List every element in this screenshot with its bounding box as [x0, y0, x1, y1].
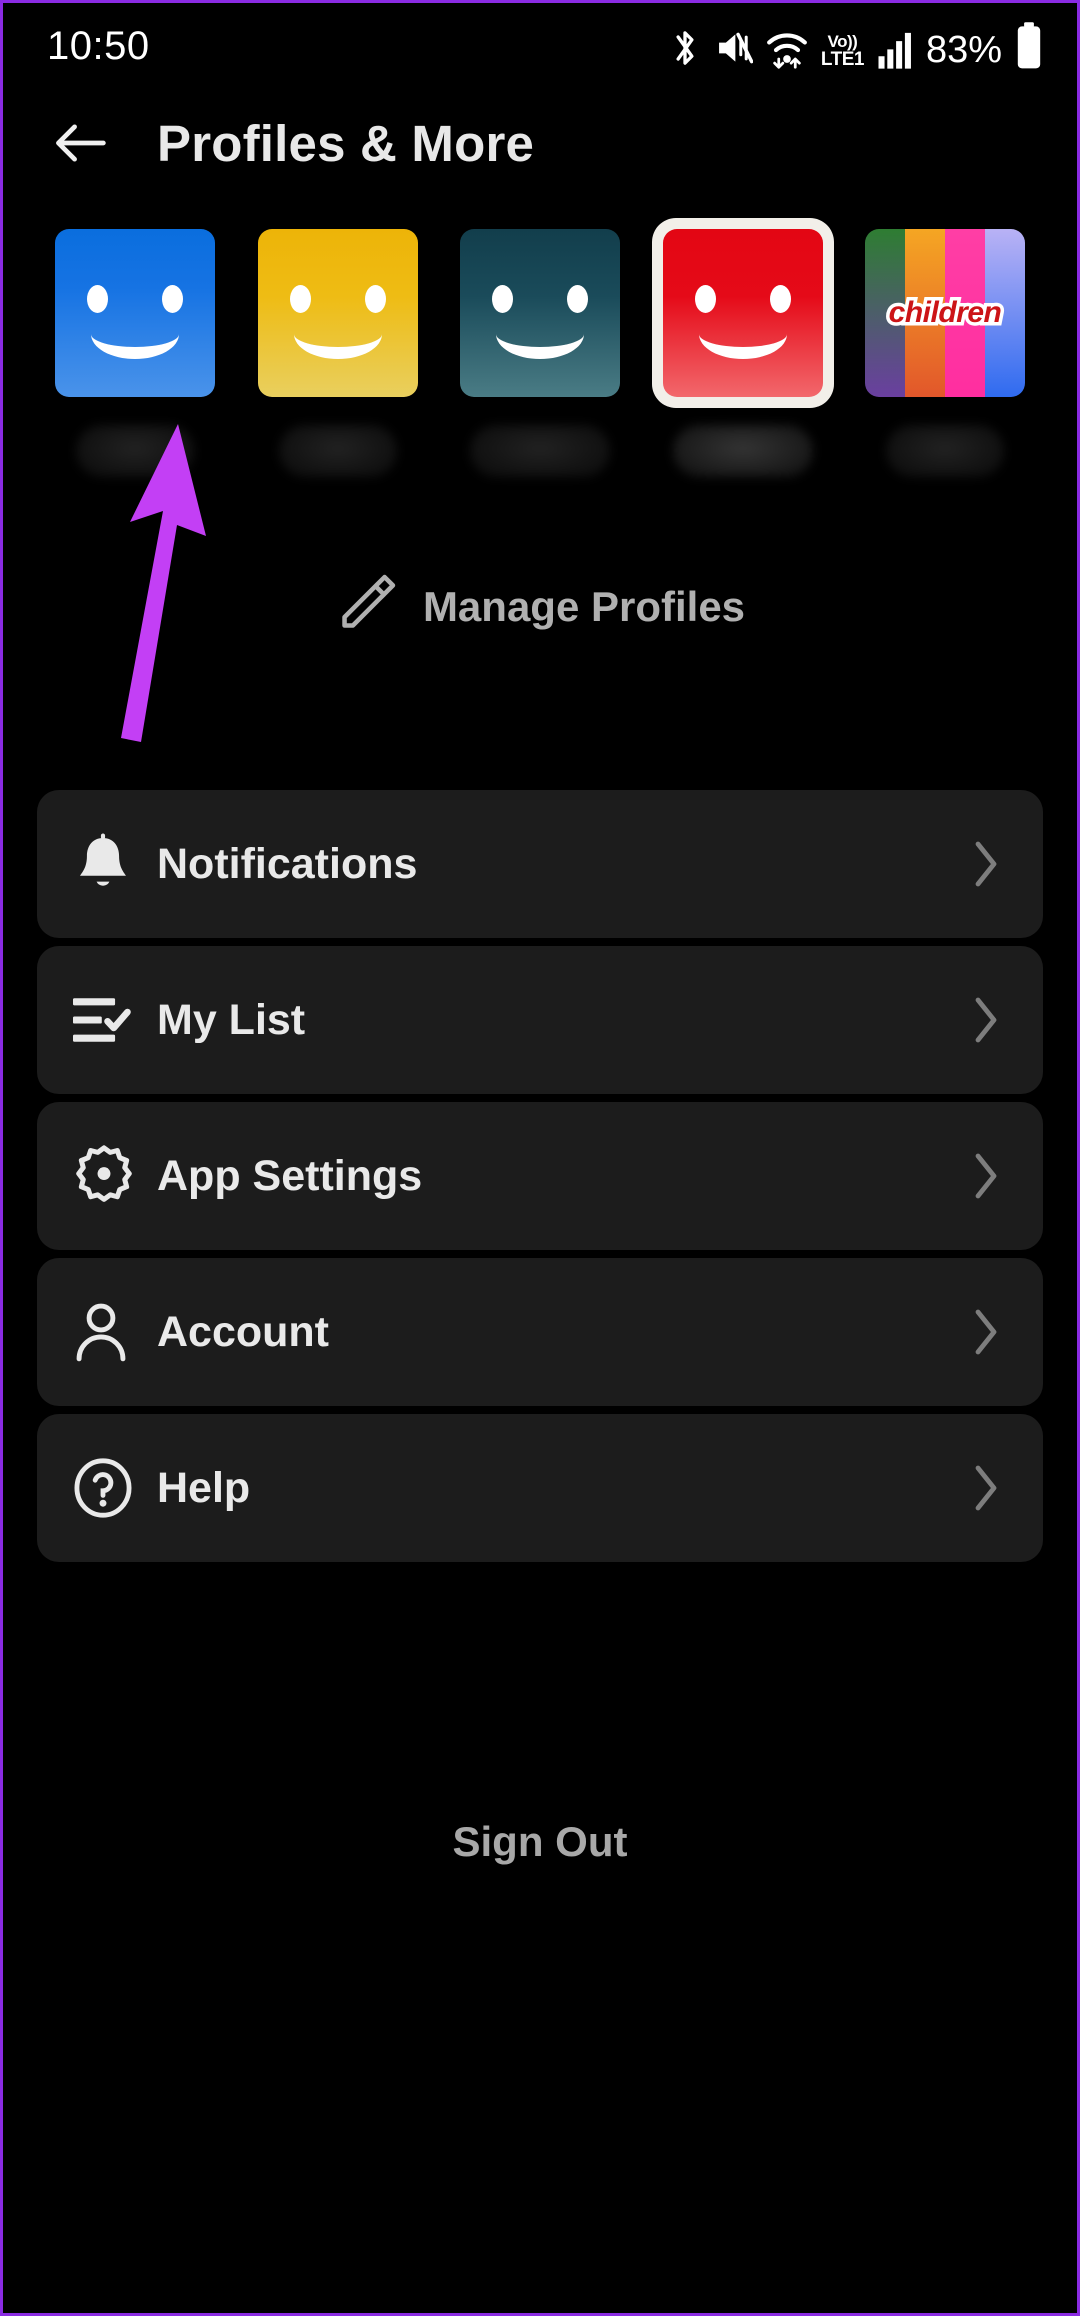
avatar-eye-left [694, 285, 716, 313]
avatar [662, 229, 823, 397]
avatar-frame-selected [651, 218, 834, 408]
menu-item-account[interactable]: Account [37, 1258, 1043, 1406]
menu-item-notifications[interactable]: Notifications [37, 790, 1043, 938]
avatar-smile [496, 325, 584, 359]
profile-name-redacted [672, 425, 813, 477]
avatar-smile [293, 325, 382, 359]
signal-icon [877, 26, 913, 70]
avatar-eye-right [769, 285, 791, 313]
manage-profiles-label: Manage Profiles [422, 582, 746, 630]
profile-item-1[interactable] [55, 229, 215, 477]
avatar-frame-3 [460, 229, 620, 397]
profile-item-5[interactable]: children [865, 229, 1025, 477]
menu-label: App Settings [157, 1151, 423, 1200]
profile-name-redacted [886, 425, 1004, 477]
avatar [460, 229, 620, 397]
avatar [55, 229, 215, 397]
avatar [257, 229, 418, 397]
page-title: Profiles & More [157, 114, 535, 172]
menu-label: Notifications [157, 839, 418, 888]
menu-label: Account [157, 1307, 329, 1356]
pencil-icon [335, 573, 397, 640]
list-check-icon [73, 994, 147, 1046]
back-arrow-icon[interactable] [51, 114, 109, 172]
app-bar: Profiles & More [3, 89, 1077, 197]
profile-name-redacted [470, 425, 610, 477]
profile-name-redacted [278, 425, 397, 477]
menu-label: Help [157, 1463, 251, 1512]
avatar-kids: children [865, 229, 1025, 397]
volte-top-label: Vo)) [827, 32, 858, 51]
help-icon [73, 1457, 147, 1519]
person-icon [73, 1301, 147, 1363]
avatar-eye-left [289, 285, 311, 313]
avatar-frame-5: children [865, 229, 1025, 397]
battery-icon [1015, 22, 1043, 70]
volte-bottom-label: LTE1 [820, 49, 865, 70]
bluetooth-icon [668, 26, 702, 70]
mute-icon [715, 26, 753, 70]
chevron-right-icon [969, 1152, 1003, 1200]
chevron-right-icon [969, 1464, 1003, 1512]
profile-item-3[interactable] [460, 229, 620, 477]
avatar-eye-right [567, 285, 588, 313]
avatar-frame-2 [257, 229, 418, 397]
profile-item-2[interactable] [257, 229, 418, 477]
menu-label: My List [157, 995, 306, 1044]
avatar-eye-right [364, 285, 386, 313]
chevron-right-icon [969, 840, 1003, 888]
chevron-right-icon [969, 1308, 1003, 1356]
gear-icon [73, 1145, 147, 1207]
sign-out-button[interactable]: Sign Out [3, 1818, 1077, 1866]
manage-profiles-button[interactable]: Manage Profiles [3, 573, 1077, 640]
bell-icon [73, 833, 147, 895]
phone-screen: 10:50 Vo)) LTE1 83% Profiles & More chil… [0, 0, 1080, 2316]
volte-icon: Vo)) LTE1 [820, 32, 865, 70]
avatar-frame-1 [55, 229, 215, 397]
status-bar: 10:50 Vo)) LTE1 83% [3, 3, 1077, 89]
menu-item-my-list[interactable]: My List [37, 946, 1043, 1094]
profile-item-4[interactable] [651, 218, 834, 477]
status-icons: Vo)) LTE1 83% [668, 22, 1043, 71]
menu-item-help[interactable]: Help [37, 1414, 1043, 1562]
settings-menu: Notifications My List App Settings Accou… [37, 790, 1043, 1570]
kids-label: children [885, 293, 1005, 333]
avatar-smile [91, 325, 179, 359]
avatar-eye-right [162, 285, 183, 313]
profiles-row: children [3, 218, 1077, 477]
status-time: 10:50 [47, 23, 150, 68]
wifi-icon [766, 26, 808, 70]
chevron-right-icon [969, 996, 1003, 1044]
profile-name-redacted [76, 425, 194, 477]
avatar-eye-left [87, 285, 108, 313]
avatar-eye-left [492, 285, 513, 313]
menu-item-app-settings[interactable]: App Settings [37, 1102, 1043, 1250]
battery-percent-label: 83% [925, 29, 1002, 71]
avatar-smile [698, 325, 787, 359]
